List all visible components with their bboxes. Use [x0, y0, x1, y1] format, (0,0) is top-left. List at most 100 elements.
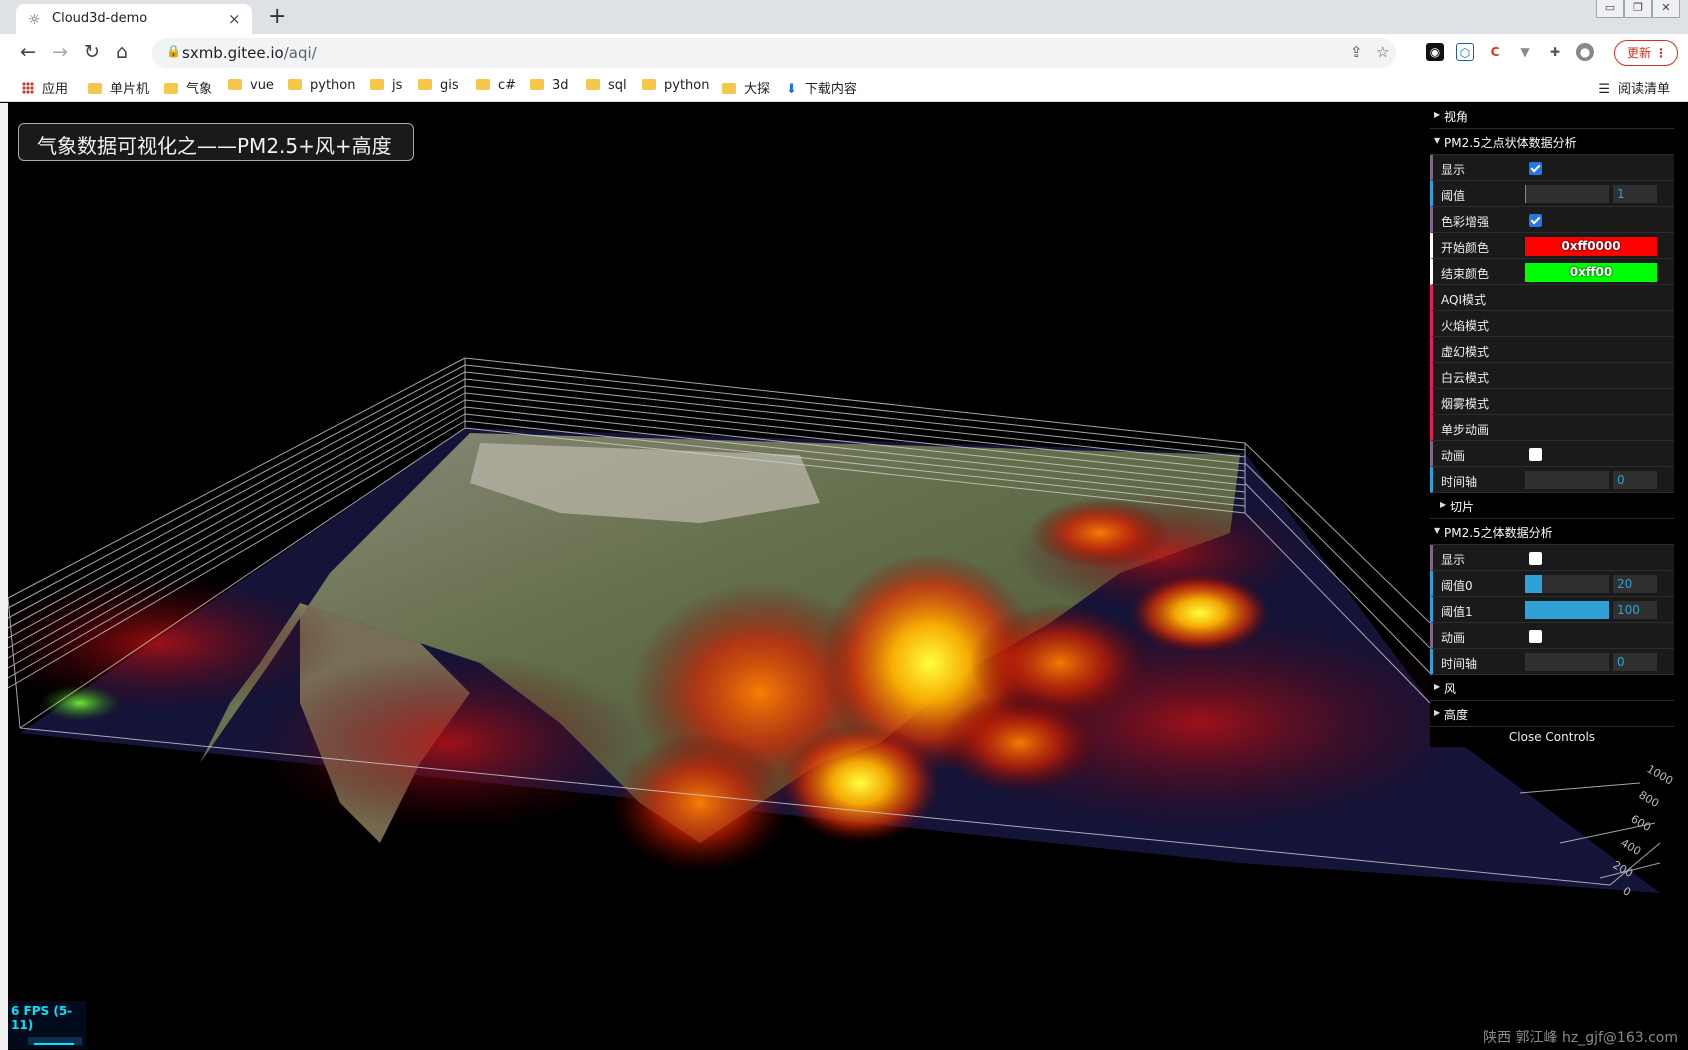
folder-view[interactable]: ▶ 视角	[1430, 103, 1674, 129]
folder-icon	[88, 83, 102, 94]
bookmark-folder[interactable]: vue	[228, 78, 274, 93]
button-label: 虚幻模式	[1441, 345, 1490, 359]
bookmark-label: python	[310, 78, 356, 93]
bookmark-folder[interactable]: python	[642, 78, 709, 93]
button-label: 烟雾模式	[1441, 397, 1490, 411]
mode-flame-button[interactable]: 火焰模式	[1430, 311, 1674, 337]
bookmark-apps[interactable]: 应用	[22, 78, 68, 97]
bookmark-folder[interactable]: sql	[586, 78, 627, 93]
extension-icon-2[interactable]: ⬡	[1456, 43, 1474, 61]
volume-threshold1-input[interactable]: 100	[1613, 601, 1657, 619]
end-color-row: 结束颜色 0xff00	[1430, 259, 1674, 285]
bookmark-folder[interactable]: c#	[476, 78, 516, 93]
folder-slice[interactable]: ▶ 切片	[1430, 493, 1674, 519]
points-enhance-row: 色彩增强	[1430, 207, 1674, 233]
minimize-button[interactable]: ▭	[1596, 0, 1624, 18]
restore-button[interactable]: ❐	[1624, 0, 1652, 18]
bookmark-folder[interactable]: 单片机	[88, 78, 149, 97]
profile-icon[interactable]: ●	[1576, 43, 1594, 61]
reading-list-label: 阅读清单	[1617, 82, 1670, 97]
folder-icon	[530, 79, 544, 90]
star-icon[interactable]: ☆	[1376, 43, 1389, 61]
volume-show-checkbox[interactable]	[1529, 552, 1542, 565]
bookmark-folder[interactable]: 3d	[530, 78, 569, 93]
bookmark-label: 气象	[186, 82, 213, 97]
points-show-checkbox[interactable]	[1529, 162, 1542, 175]
folder-wind[interactable]: ▶ 风	[1430, 675, 1674, 701]
extension-icon-4[interactable]: ▼	[1516, 43, 1534, 61]
window-left-edge	[0, 103, 8, 1050]
points-threshold-slider[interactable]	[1525, 185, 1609, 203]
scene-title: 气象数据可视化之——PM2.5+风+高度	[37, 134, 392, 158]
folder-icon	[642, 79, 656, 90]
control-label: 动画	[1441, 449, 1466, 463]
bookmark-folder[interactable]: 气象	[164, 78, 212, 97]
extension-icon-1[interactable]: ◉	[1426, 43, 1444, 61]
webgl-viewport[interactable]: 1000 800 600 400 200 0 气象数据可视化之——PM2.5+风…	[0, 103, 1688, 1050]
slider-fill	[1525, 575, 1542, 593]
browser-toolbar: ← → ↻ ⌂ 🔒 sxmb.gitee.io/aqi/ ⇪ ☆ ◉ ⬡ C ▼…	[0, 34, 1688, 72]
mode-smoke-button[interactable]: 烟雾模式	[1430, 389, 1674, 415]
points-show-row: 显示	[1430, 155, 1674, 181]
axis-tick-label: 800	[1637, 788, 1662, 810]
mode-illusion-button[interactable]: 虚幻模式	[1430, 337, 1674, 363]
volume-threshold1-slider[interactable]	[1525, 601, 1609, 619]
apps-grid-icon	[22, 82, 34, 94]
fps-stats-panel[interactable]: 6 FPS (5-11)	[8, 1001, 86, 1049]
start-color-swatch[interactable]: 0xff0000	[1525, 237, 1657, 256]
folder-icon	[370, 79, 384, 90]
update-button[interactable]: 更新 ⋮	[1614, 40, 1678, 66]
step-animation-button[interactable]: 单步动画	[1430, 415, 1674, 441]
folder-pm25-volume[interactable]: ▼ PM2.5之体数据分析	[1430, 519, 1674, 545]
forward-icon[interactable]: →	[52, 41, 68, 63]
points-enhance-checkbox[interactable]	[1529, 214, 1542, 227]
puzzle-icon[interactable]: ✚	[1546, 43, 1564, 61]
volume-time-slider[interactable]	[1525, 653, 1609, 671]
mode-cloud-button[interactable]: 白云模式	[1430, 363, 1674, 389]
bookmark-folder[interactable]: js	[370, 78, 402, 93]
tab-close-button[interactable]: ×	[228, 10, 241, 28]
reading-list-icon: ☰	[1598, 82, 1610, 97]
points-threshold-row: 阈值 1	[1430, 181, 1674, 207]
close-controls-button[interactable]: Close Controls	[1430, 727, 1674, 747]
folder-icon	[164, 83, 178, 94]
browser-tab[interactable]: ☼ Cloud3d-demo ×	[16, 4, 252, 34]
bookmark-label: js	[392, 78, 403, 93]
scene-title-box: 气象数据可视化之——PM2.5+风+高度	[18, 123, 414, 161]
hotspot	[940, 693, 1100, 793]
bookmark-folder[interactable]: 大探	[722, 78, 770, 97]
volume-threshold0-input[interactable]: 20	[1613, 575, 1657, 593]
points-time-input[interactable]: 0	[1613, 471, 1657, 489]
back-icon[interactable]: ←	[20, 41, 36, 63]
reload-icon[interactable]: ↻	[84, 41, 100, 63]
extension-icon-3[interactable]: C	[1486, 43, 1504, 61]
volume-threshold0-slider[interactable]	[1525, 575, 1609, 593]
hotspot	[780, 723, 940, 843]
end-color-swatch[interactable]: 0xff00	[1525, 263, 1657, 282]
button-label: 单步动画	[1441, 423, 1490, 437]
bookmark-folder[interactable]: python	[288, 78, 355, 93]
bookmark-label: sql	[608, 78, 627, 93]
mode-aqi-button[interactable]: AQI模式	[1430, 285, 1674, 311]
bookmark-folder[interactable]: gis	[418, 78, 459, 93]
folder-pm25-points[interactable]: ▼ PM2.5之点状体数据分析	[1430, 129, 1674, 155]
close-window-button[interactable]: ✕	[1652, 0, 1680, 18]
bookmark-label: 下载内容	[804, 82, 857, 97]
new-tab-button[interactable]: +	[268, 4, 286, 29]
points-threshold-input[interactable]: 1	[1613, 185, 1657, 203]
folder-label: 高度	[1444, 708, 1469, 722]
share-icon[interactable]: ⇪	[1350, 43, 1363, 61]
bookmark-downloads[interactable]: ⬇ 下载内容	[786, 78, 857, 97]
volume-time-input[interactable]: 0	[1613, 653, 1657, 671]
folder-height[interactable]: ▶ 高度	[1430, 701, 1674, 727]
points-anim-checkbox[interactable]	[1529, 448, 1542, 461]
points-time-slider[interactable]	[1525, 471, 1609, 489]
address-bar[interactable]: 🔒 sxmb.gitee.io/aqi/ ⇪ ☆	[152, 38, 1396, 68]
reading-list[interactable]: ☰ 阅读清单	[1598, 78, 1670, 97]
window-controls: ▭ ❐ ✕	[1596, 0, 1680, 18]
volume-anim-checkbox[interactable]	[1529, 630, 1542, 643]
home-icon[interactable]: ⌂	[116, 41, 128, 63]
tab-title: Cloud3d-demo	[52, 11, 148, 26]
volume-threshold0-row: 阈值0 20	[1430, 571, 1674, 597]
axis-tick-label: 400	[1619, 836, 1644, 858]
